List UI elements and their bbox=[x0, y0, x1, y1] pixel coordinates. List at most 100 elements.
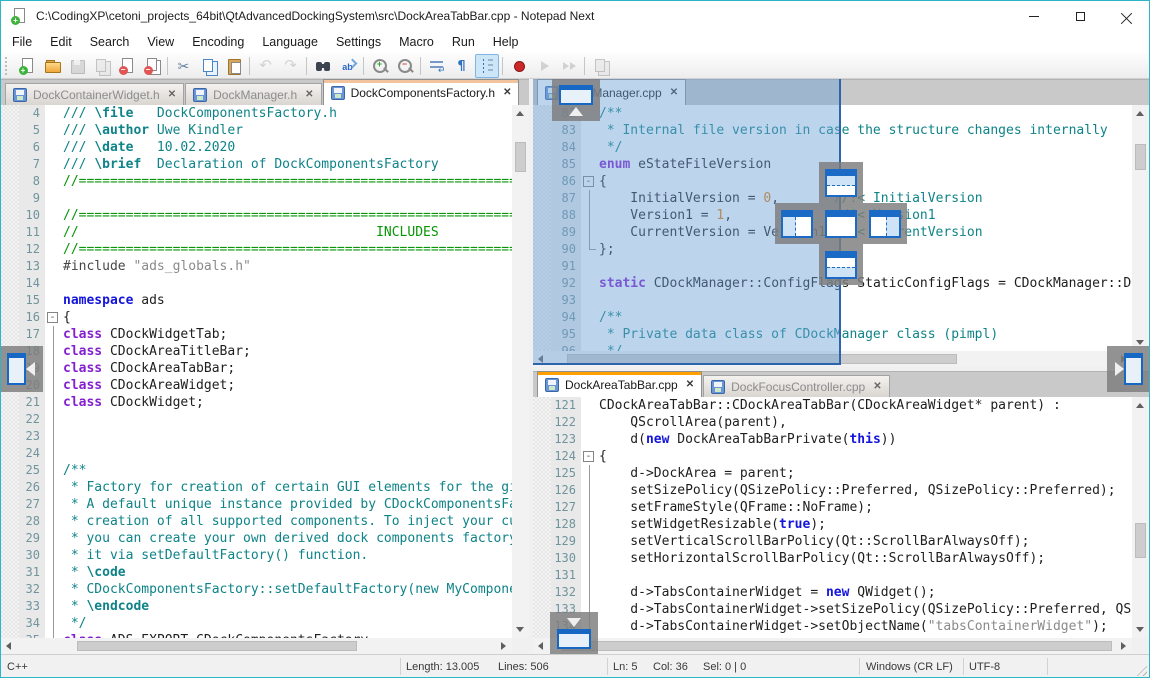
menu-edit[interactable]: Edit bbox=[41, 31, 81, 53]
auto-hide-indicator-right[interactable] bbox=[1107, 346, 1149, 392]
close-button[interactable] bbox=[1103, 1, 1149, 31]
menu-search[interactable]: Search bbox=[81, 31, 139, 53]
close-tab-icon[interactable]: ✕ bbox=[686, 379, 694, 390]
scrollbar-arrow-down[interactable] bbox=[1136, 627, 1144, 632]
tab-dockareatabbar-cpp[interactable]: DockAreaTabBar.cpp✕ bbox=[537, 371, 702, 397]
toolbar-close-all-button[interactable] bbox=[140, 54, 164, 78]
toolbar-grip[interactable] bbox=[5, 57, 10, 75]
scrollbar-arrow-right[interactable] bbox=[1121, 642, 1126, 650]
scrollbar-arrow-down[interactable] bbox=[516, 627, 524, 632]
tab-dockcontainerwidget-h[interactable]: DockContainerWidget.h✕ bbox=[5, 83, 184, 105]
maximize-button[interactable] bbox=[1057, 1, 1103, 31]
toolbar-close-file-button[interactable] bbox=[115, 54, 139, 78]
drop-indicator-left[interactable] bbox=[775, 203, 819, 244]
scrollbar-arrow-up[interactable] bbox=[516, 111, 524, 116]
maximize-icon bbox=[1076, 12, 1085, 21]
toolbar-save-all-button[interactable] bbox=[90, 54, 114, 78]
fold-guide-line bbox=[589, 550, 590, 567]
left-editor-vertical-scrollbar[interactable] bbox=[512, 105, 529, 638]
toolbar-undo-button[interactable] bbox=[254, 54, 278, 78]
scrollbar-thumb[interactable] bbox=[515, 142, 526, 172]
toolbar-indentation-guides-button[interactable] bbox=[475, 54, 499, 78]
left-editor-horizontal-scrollbar[interactable] bbox=[1, 638, 512, 654]
line-number: 130 bbox=[551, 550, 581, 567]
menu-view[interactable]: View bbox=[138, 31, 183, 53]
toolbar-paste-button[interactable] bbox=[222, 54, 246, 78]
scrollbar-arrow-up[interactable] bbox=[1136, 403, 1144, 408]
toolbar-word-wrap-button[interactable] bbox=[425, 54, 449, 78]
close-file-icon bbox=[118, 57, 136, 75]
scrollbar-thumb[interactable] bbox=[562, 641, 1112, 651]
scrollbar-arrow-down[interactable] bbox=[1136, 340, 1144, 345]
fold-marker[interactable]: - bbox=[583, 451, 594, 462]
editor-dock-components-factory[interactable]: 4/// \file DockComponentsFactory.h5/// \… bbox=[1, 105, 512, 638]
tab-dockfocuscontroller-cpp[interactable]: DockFocusController.cpp✕ bbox=[703, 375, 889, 397]
new-file-icon bbox=[18, 57, 36, 75]
auto-hide-indicator-left[interactable] bbox=[1, 346, 43, 392]
scrollbar-thumb[interactable] bbox=[1135, 523, 1146, 558]
toolbar-macro-record-button[interactable] bbox=[507, 54, 531, 78]
fold-marker[interactable]: - bbox=[47, 312, 58, 323]
toolbar-redo-button[interactable] bbox=[279, 54, 303, 78]
line-number: 12 bbox=[19, 241, 45, 258]
menu-encoding[interactable]: Encoding bbox=[183, 31, 253, 53]
editor-dock-area-tab-bar[interactable]: 121CDockAreaTabBar::CDockAreaTabBar(CDoc… bbox=[533, 397, 1132, 638]
line-number: 22 bbox=[19, 411, 45, 428]
fold-margin bbox=[581, 533, 599, 550]
close-tab-icon[interactable]: ✕ bbox=[503, 87, 511, 98]
drop-indicator-center[interactable] bbox=[819, 203, 863, 244]
toolbar-copy-button[interactable] bbox=[197, 54, 221, 78]
menu-file[interactable]: File bbox=[3, 31, 41, 53]
minimize-button[interactable] bbox=[1011, 1, 1057, 31]
resize-grip[interactable] bbox=[1134, 663, 1147, 676]
toolbar-find-button[interactable] bbox=[311, 54, 335, 78]
scrollbar-arrow-left[interactable] bbox=[6, 642, 11, 650]
menu-settings[interactable]: Settings bbox=[327, 31, 390, 53]
code-line: 8//=====================================… bbox=[1, 173, 512, 190]
scrollbar-arrow-left[interactable] bbox=[538, 642, 543, 650]
top-right-vertical-scrollbar[interactable] bbox=[1132, 105, 1149, 351]
toolbar-show-all-characters-button[interactable] bbox=[450, 54, 474, 78]
line-number: 124 bbox=[551, 448, 581, 465]
code-text: setFrameStyle(QFrame::NoFrame); bbox=[599, 499, 873, 516]
bottom-right-horizontal-scrollbar[interactable] bbox=[533, 638, 1132, 654]
menu-help[interactable]: Help bbox=[484, 31, 528, 53]
toolbar-new-file-button[interactable] bbox=[15, 54, 39, 78]
toolbar-zoom-out-button[interactable] bbox=[393, 54, 417, 78]
code-text: //======================================… bbox=[63, 173, 512, 190]
fold-guide-line bbox=[53, 496, 54, 513]
menu-run[interactable]: Run bbox=[443, 31, 484, 53]
close-tab-icon[interactable]: ✕ bbox=[305, 89, 313, 100]
toolbar-zoom-in-button[interactable] bbox=[368, 54, 392, 78]
toolbar-replace-button[interactable] bbox=[336, 54, 360, 78]
drop-indicator-bottom[interactable] bbox=[819, 244, 863, 285]
scrollbar-thumb[interactable] bbox=[1135, 144, 1146, 170]
code-text: * Factory for creation of certain GUI el… bbox=[63, 479, 512, 496]
scrollbar-arrow-up[interactable] bbox=[1136, 111, 1144, 116]
bottom-right-vertical-scrollbar[interactable] bbox=[1132, 397, 1149, 638]
auto-hide-indicator-bottom[interactable] bbox=[550, 612, 598, 654]
arrow-right-icon bbox=[1115, 362, 1124, 376]
status-separator bbox=[1047, 658, 1048, 675]
toolbar-open-file-button[interactable] bbox=[40, 54, 64, 78]
drop-indicator-top[interactable] bbox=[819, 162, 863, 203]
close-tab-icon[interactable]: ✕ bbox=[873, 381, 881, 392]
close-tab-icon[interactable]: ✕ bbox=[168, 89, 176, 100]
auto-hide-indicator-top[interactable] bbox=[552, 79, 600, 121]
close-all-icon bbox=[143, 57, 161, 75]
code-text: d->TabsContainerWidget = new QWidget(); bbox=[599, 584, 936, 601]
toolbar-macro-play-button[interactable] bbox=[532, 54, 556, 78]
drop-indicator-right[interactable] bbox=[863, 203, 907, 244]
menu-macro[interactable]: Macro bbox=[390, 31, 443, 53]
toolbar-cut-button[interactable] bbox=[172, 54, 196, 78]
tab-dockcomponentsfactory-h[interactable]: DockComponentsFactory.h✕ bbox=[323, 79, 520, 105]
menu-language[interactable]: Language bbox=[253, 31, 327, 53]
line-number: 4 bbox=[19, 105, 45, 122]
scrollbar-thumb[interactable] bbox=[77, 641, 357, 651]
tab-dockmanager-h[interactable]: DockManager.h✕ bbox=[185, 83, 321, 105]
fold-margin bbox=[45, 241, 63, 258]
toolbar-clone-document-button[interactable] bbox=[589, 54, 613, 78]
scrollbar-arrow-right[interactable] bbox=[501, 642, 506, 650]
toolbar-macro-run-multiple-button[interactable] bbox=[557, 54, 581, 78]
toolbar-save-button[interactable] bbox=[65, 54, 89, 78]
